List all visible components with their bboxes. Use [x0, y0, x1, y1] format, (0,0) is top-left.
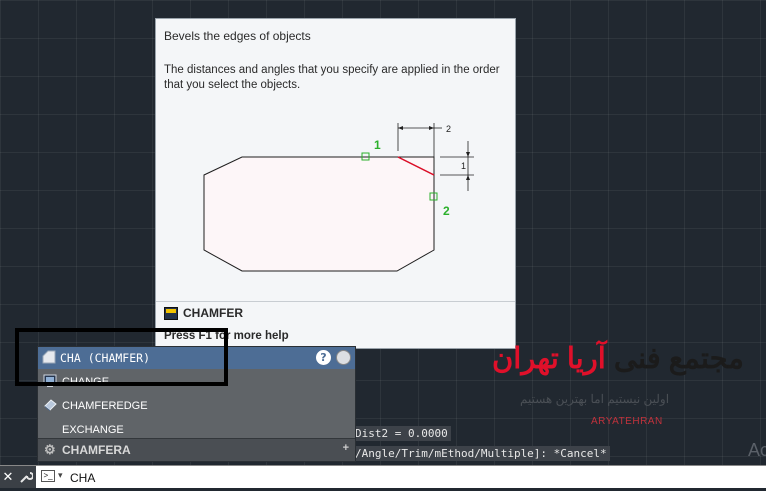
command-prompt-icon[interactable]: >_	[41, 470, 55, 482]
highlight-box	[15, 328, 228, 386]
autocomplete-item-label: EXCHANGE	[62, 424, 124, 436]
history-line-2: /Angle/Trim/mEthod/Multiple]: *Cancel*	[352, 446, 610, 461]
tooltip-command-name: CHAMFER	[183, 306, 243, 320]
autocomplete-item-chamferedge[interactable]: CHAMFEREDGE	[38, 394, 355, 416]
dimension-2: 2	[446, 124, 451, 134]
chamfer-illustration: 1 2 2 1	[203, 123, 474, 272]
label-1: 1	[374, 138, 381, 152]
chevron-down-icon[interactable]: ▾	[58, 470, 63, 481]
command-input[interactable]: CHA	[70, 471, 95, 485]
tooltip-divider	[156, 301, 515, 302]
autocomplete-item-label: CHAMFEREDGE	[62, 400, 148, 412]
command-tooltip: Bevels the edges of objects The distance…	[155, 18, 516, 349]
chamfer-command-icon	[164, 306, 178, 320]
command-line: ✕ >_ ▾ CHA	[0, 465, 766, 488]
tooltip-command: CHAMFER	[164, 306, 243, 320]
watermark-subtitle: اولین نیستیم اما بهترین هستیم	[520, 392, 670, 406]
watermark-latin: ARYATEHRAN	[591, 416, 663, 427]
watermark-title: مجتمع فنی آریا تهران	[492, 343, 744, 375]
dimension-1: 1	[461, 161, 466, 171]
help-icon[interactable]: ?	[316, 350, 331, 365]
chamfered-shape	[203, 156, 435, 272]
customize-wrench-icon[interactable]	[16, 466, 36, 488]
gear-icon: ⚙	[44, 442, 56, 457]
expand-icon[interactable]: +	[343, 442, 349, 454]
close-icon[interactable]: ✕	[0, 466, 16, 488]
search-web-icon[interactable]	[336, 350, 351, 365]
autocomplete-footer-chamfera[interactable]: ⚙ CHAMFERA +	[38, 438, 355, 461]
autocomplete-item-exchange[interactable]: EXCHANGE	[38, 418, 355, 440]
tooltip-description: The distances and angles that you specif…	[164, 64, 500, 91]
autocomplete-footer-label: CHAMFERA	[62, 443, 131, 457]
label-2: 2	[443, 204, 450, 218]
chamferedge-icon	[44, 399, 57, 411]
activate-text: Ac	[748, 440, 766, 460]
history-line-1: Dist2 = 0.0000	[352, 426, 451, 441]
tooltip-title: Bevels the edges of objects	[164, 29, 311, 43]
